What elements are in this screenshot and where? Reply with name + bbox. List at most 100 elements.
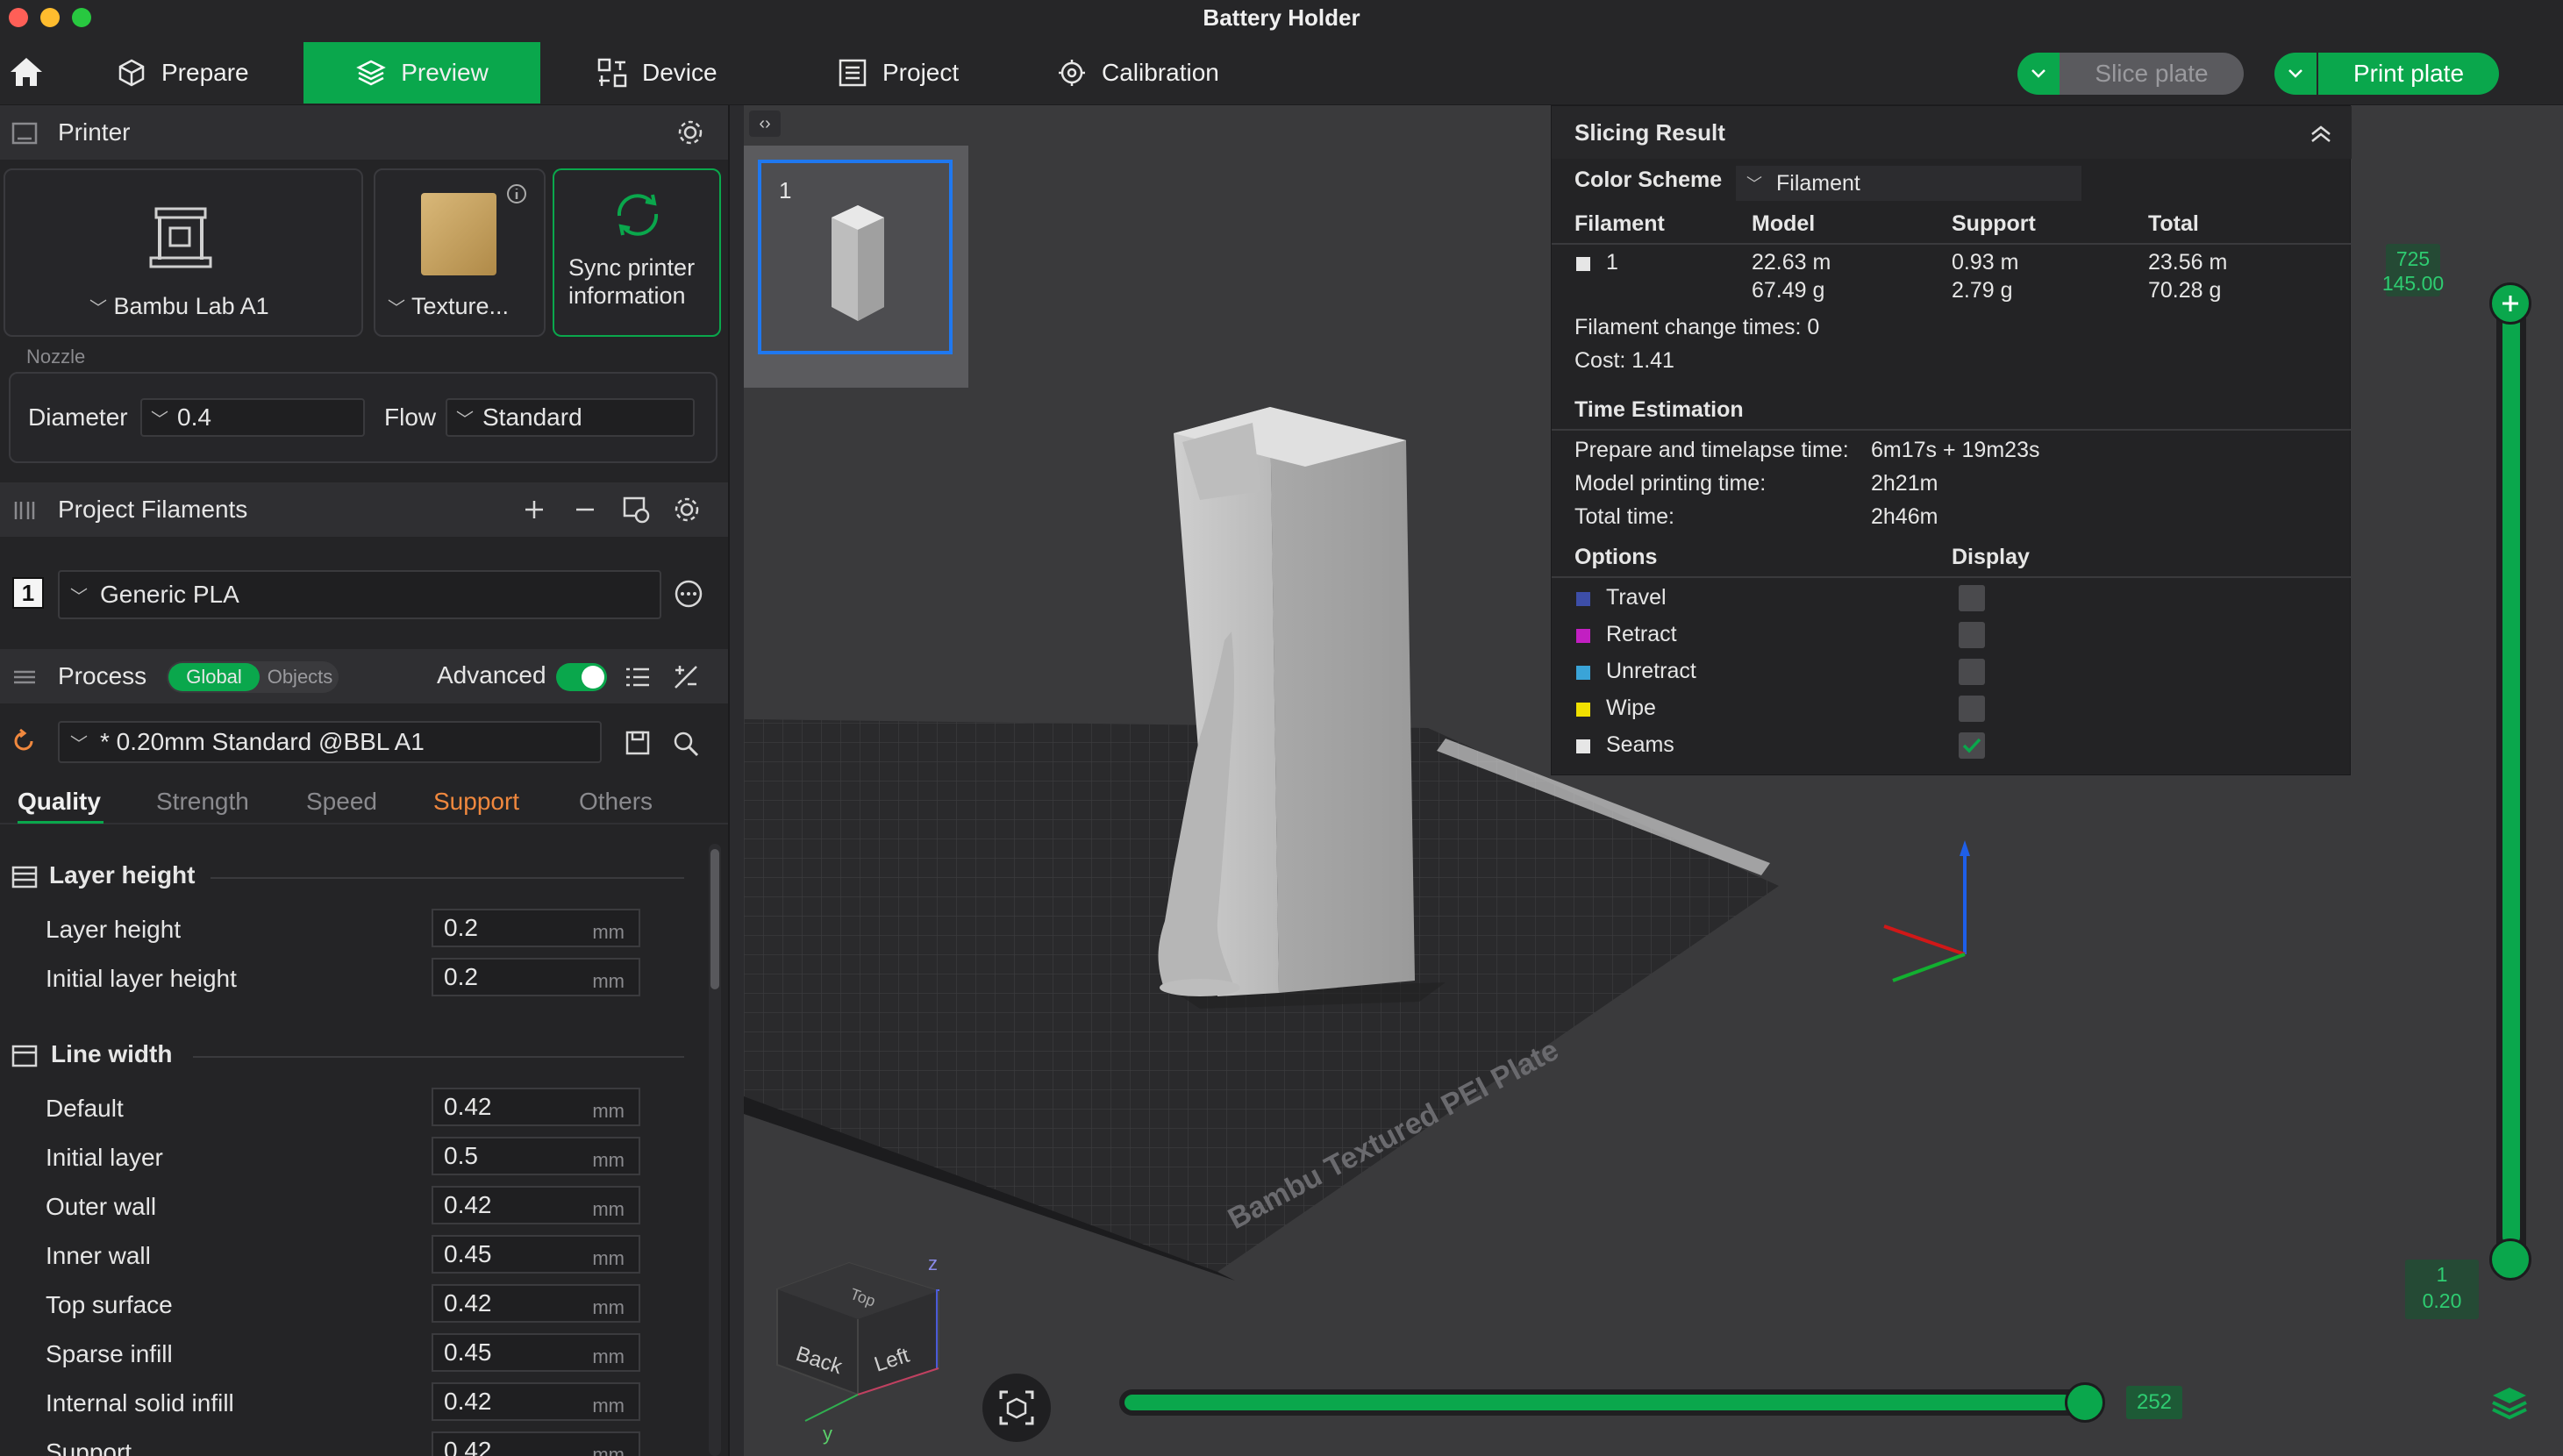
layer-slider-top-thumb[interactable] xyxy=(2489,282,2531,325)
option-label: Travel xyxy=(1606,585,1667,610)
setting-input[interactable]: 0.42 mm xyxy=(432,1088,640,1126)
filament-color-swatch[interactable]: 1 xyxy=(12,577,44,609)
zoom-window-button[interactable] xyxy=(72,8,91,27)
setting-input[interactable]: 0.45 mm xyxy=(432,1333,640,1372)
setting-input[interactable]: 0.42 mm xyxy=(432,1382,640,1421)
color-scheme-select[interactable]: ﹀ Filament xyxy=(1736,166,2081,201)
plate-type-card[interactable]: ﹀ Texture... xyxy=(374,168,546,337)
print-dropdown-button[interactable] xyxy=(2274,53,2317,95)
tab-speed[interactable]: Speed xyxy=(306,788,377,816)
setting-input[interactable]: 0.42 mm xyxy=(432,1284,640,1323)
setting-label: Top surface xyxy=(46,1291,173,1318)
compare-icon[interactable] xyxy=(672,663,700,691)
setting-input[interactable]: 0.42 mm xyxy=(432,1186,640,1224)
print-plate-button[interactable]: Print plate xyxy=(2318,53,2499,95)
advanced-toggle[interactable] xyxy=(556,663,607,691)
option-label: Unretract xyxy=(1606,659,1696,683)
bottom-layer-number: 1 xyxy=(2436,1263,2448,1286)
more-options-icon[interactable] xyxy=(674,579,703,609)
cube-icon xyxy=(116,57,147,89)
filament-sync-icon[interactable] xyxy=(621,495,651,525)
tab-preview[interactable]: Preview xyxy=(303,42,540,103)
layer-slider-track[interactable] xyxy=(2496,289,2526,1263)
flow-select[interactable]: ﹀ Standard xyxy=(446,398,695,437)
print-plate-group: Print plate xyxy=(2274,53,2499,95)
setting-label: Outer wall xyxy=(46,1193,157,1220)
setting-input[interactable]: 0.5 mm xyxy=(432,1137,640,1175)
layer-slider-bottom-thumb[interactable] xyxy=(2489,1238,2531,1281)
printer-section-header: Printer xyxy=(0,105,728,160)
option-label: Wipe xyxy=(1606,696,1656,720)
printer-card[interactable]: ﹀ Bambu Lab A1 xyxy=(4,168,363,337)
unretract-display-checkbox[interactable] xyxy=(1959,659,1985,685)
chevron-down-icon: ﹀ xyxy=(151,410,168,430)
checkmark-icon xyxy=(1962,738,1981,753)
slice-plate-button[interactable]: Slice plate xyxy=(2060,53,2244,95)
filaments-section-title: Project Filaments xyxy=(58,496,248,523)
move-slider-track[interactable] xyxy=(1119,1389,2089,1416)
tab-device[interactable]: Device xyxy=(579,42,735,103)
layers-stack-icon[interactable] xyxy=(2489,1384,2530,1421)
setting-input[interactable]: 0.2 mm xyxy=(432,909,640,947)
save-icon[interactable] xyxy=(625,730,651,756)
flow-value: Standard xyxy=(482,403,582,431)
list-view-icon[interactable] xyxy=(625,665,651,689)
cost: Cost: 1.41 xyxy=(1574,348,1674,373)
auto-orient-button[interactable] xyxy=(982,1374,1051,1442)
support-length: 0.93 m xyxy=(1952,250,2019,275)
global-option[interactable]: Global xyxy=(168,663,260,691)
sync-label-line1: Sync printer xyxy=(568,254,696,281)
travel-display-checkbox[interactable] xyxy=(1959,585,1985,611)
collapse-sidebar-icon[interactable]: ‹› xyxy=(749,111,781,137)
gear-icon[interactable] xyxy=(672,495,702,525)
home-icon[interactable] xyxy=(7,54,46,89)
plate-number: 1 xyxy=(779,177,792,203)
support-base xyxy=(1160,979,1240,996)
move-slider-thumb[interactable] xyxy=(2065,1382,2105,1423)
slice-dropdown-button[interactable] xyxy=(2017,53,2060,95)
textured-plate-image xyxy=(421,193,496,275)
cube-axis-y-label: y xyxy=(823,1423,832,1445)
unretract-color-swatch xyxy=(1576,666,1590,680)
setting-unit: mm xyxy=(592,1296,625,1318)
process-profile-select[interactable]: ﹀ * 0.20mm Standard @BBL A1 xyxy=(58,721,602,763)
tab-project[interactable]: Project xyxy=(819,42,976,103)
color-scheme-label: Color Scheme xyxy=(1574,168,1723,192)
filament-select[interactable]: ﹀ Generic PLA xyxy=(58,570,661,619)
setting-input[interactable]: 0.2 mm xyxy=(432,958,640,996)
search-icon[interactable] xyxy=(672,730,700,758)
plus-icon[interactable] xyxy=(523,498,546,521)
collapse-icon[interactable] xyxy=(2310,124,2332,143)
cube-y-line xyxy=(804,1394,859,1422)
filament-spool-icon xyxy=(14,502,35,519)
setting-input[interactable]: 0.45 mm xyxy=(432,1235,640,1274)
chevron-down-icon xyxy=(2031,69,2045,78)
global-objects-toggle[interactable]: Global Objects xyxy=(167,661,339,693)
seams-display-checkbox[interactable] xyxy=(1959,732,1985,759)
layer-slider-top-label: 725 145.00 xyxy=(2382,244,2444,296)
tab-strength[interactable]: Strength xyxy=(156,788,249,816)
layer-height-group-title: Layer height xyxy=(49,861,196,889)
setting-label: Layer height xyxy=(46,916,182,943)
diameter-select[interactable]: ﹀ 0.4 xyxy=(140,398,365,437)
sync-printer-button[interactable]: Sync printer information xyxy=(553,168,721,337)
tab-calibration[interactable]: Calibration xyxy=(1039,42,1237,103)
tab-prepare[interactable]: Prepare xyxy=(98,42,267,103)
wipe-display-checkbox[interactable] xyxy=(1959,696,1985,722)
minus-icon[interactable] xyxy=(574,498,596,521)
close-window-button[interactable] xyxy=(9,8,28,27)
gear-icon[interactable] xyxy=(675,118,705,147)
plate-thumbnail[interactable]: 1 xyxy=(758,160,953,354)
retract-display-checkbox[interactable] xyxy=(1959,622,1985,648)
tab-others[interactable]: Others xyxy=(579,788,653,816)
settings-scrollbar-thumb[interactable] xyxy=(710,849,719,989)
objects-option[interactable]: Objects xyxy=(263,663,337,691)
tab-support[interactable]: Support xyxy=(433,788,519,816)
info-icon[interactable] xyxy=(505,182,528,205)
z-axis-arrow xyxy=(1960,840,1970,856)
tab-quality[interactable]: Quality xyxy=(18,788,101,816)
settings-scrollbar-track[interactable] xyxy=(709,844,721,1456)
reset-icon[interactable] xyxy=(11,728,37,754)
minimize-window-button[interactable] xyxy=(40,8,60,27)
setting-input[interactable]: 0.42 mm xyxy=(432,1431,640,1456)
